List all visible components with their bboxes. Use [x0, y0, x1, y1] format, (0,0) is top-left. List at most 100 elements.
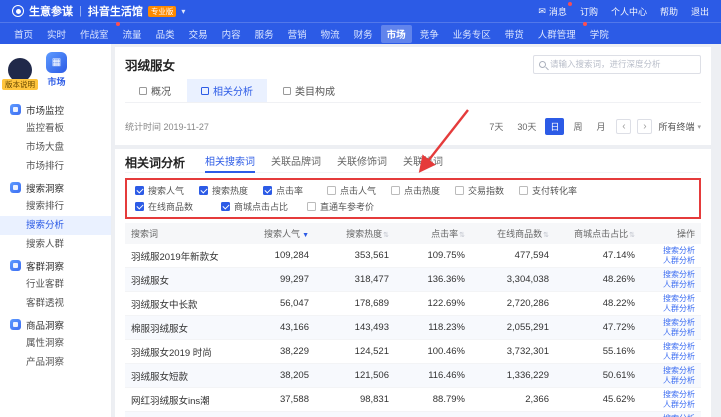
- checkbox-checked-icon[interactable]: [135, 186, 144, 195]
- nav-item-content[interactable]: 内容: [216, 25, 247, 43]
- topbar-item-help[interactable]: 帮助: [660, 5, 678, 18]
- checkbox-checked-icon[interactable]: [135, 202, 144, 211]
- topbar-item-personal-center[interactable]: 个人中心: [611, 5, 647, 18]
- nav-item-finance[interactable]: 财务: [348, 25, 379, 43]
- column-header-click-rate[interactable]: 点击率⇅: [395, 223, 471, 244]
- topbar-item-messages[interactable]: ✉消息: [538, 5, 567, 18]
- action-link-search-analysis[interactable]: 搜索分析: [647, 246, 695, 256]
- checkbox-checked-icon[interactable]: [221, 202, 230, 211]
- nav-item-academy[interactable]: 学院: [584, 25, 615, 43]
- subtab-related-search-words[interactable]: 相关搜索词: [205, 153, 255, 173]
- range-button-month[interactable]: 月: [591, 118, 610, 135]
- sidebar-item-customer-perspective[interactable]: 客群透视: [0, 294, 111, 313]
- nav-item-logistics[interactable]: 物流: [315, 25, 346, 43]
- nav-item-marketing[interactable]: 营销: [282, 25, 313, 43]
- topbar-item-logout[interactable]: 退出: [691, 5, 709, 18]
- filter-label: 商城点击占比: [234, 200, 288, 213]
- nav-item-traffic[interactable]: 流量: [117, 25, 148, 43]
- sidebar-item-search-audience[interactable]: 搜索人群: [0, 235, 111, 254]
- subtab-related-modifier-words[interactable]: 关联修饰词: [337, 153, 387, 173]
- chevron-down-icon[interactable]: ▾: [181, 7, 185, 16]
- nav-item-service[interactable]: 服务: [249, 25, 280, 43]
- next-date-button[interactable]: ›: [637, 119, 652, 134]
- stat-time[interactable]: 统计时间 2019-11-27: [125, 120, 209, 133]
- filter-click-heat[interactable]: 点击热度: [391, 184, 455, 197]
- action-link-audience-analysis[interactable]: 人群分析: [647, 400, 695, 410]
- brand[interactable]: 生意参谋 | 抖音生活馆 专业版 ▾: [12, 3, 185, 19]
- checkbox-unchecked-icon[interactable]: [455, 186, 464, 195]
- action-link-audience-analysis[interactable]: 人群分析: [647, 376, 695, 386]
- filter-click-rate[interactable]: 点击率: [263, 184, 327, 197]
- action-link-audience-analysis[interactable]: 人群分析: [647, 304, 695, 314]
- tab-overview[interactable]: 概况: [125, 79, 185, 102]
- table-row: 棉服羽绒服女43,166143,493118.23%2,055,29147.72…: [125, 316, 701, 340]
- checkbox-unchecked-icon[interactable]: [307, 202, 316, 211]
- topbar-menu: ✉消息订购个人中心帮助退出: [538, 5, 709, 18]
- subtab-related-hot-words[interactable]: 关联热词: [403, 153, 443, 173]
- nav-item-competition[interactable]: 竞争: [414, 25, 445, 43]
- action-link-audience-analysis[interactable]: 人群分析: [647, 280, 695, 290]
- filter-click-popularity[interactable]: 点击人气: [327, 184, 391, 197]
- sidebar-item-market-ranking[interactable]: 市场排行: [0, 157, 111, 176]
- action-link-audience-analysis[interactable]: 人群分析: [647, 328, 695, 338]
- filter-through-train-ref-price[interactable]: 直通车参考价: [307, 200, 393, 213]
- sidebar-item-industry-customer[interactable]: 行业客群: [0, 275, 111, 294]
- tab-category-composition[interactable]: 类目构成: [269, 79, 349, 102]
- tab-related-analysis[interactable]: 相关分析: [187, 79, 267, 102]
- nav-item-audience-management[interactable]: 人群管理: [532, 25, 582, 43]
- range-button-week[interactable]: 周: [568, 118, 587, 135]
- nav-item-category[interactable]: 品类: [150, 25, 181, 43]
- sidebar-item-search-ranking[interactable]: 搜索排行: [0, 197, 111, 216]
- module-market[interactable]: ▦ 市场: [46, 52, 67, 88]
- checkbox-checked-icon[interactable]: [199, 186, 208, 195]
- column-header-search-heat[interactable]: 搜索热度⇅: [315, 223, 395, 244]
- topbar-item-label: 退出: [691, 5, 709, 18]
- filter-online-items[interactable]: 在线商品数: [135, 200, 221, 213]
- prev-date-button[interactable]: ‹: [616, 119, 631, 134]
- subtab-related-brand-words[interactable]: 关联品牌词: [271, 153, 321, 173]
- nav-item-business-zone[interactable]: 业务专区: [447, 25, 497, 43]
- column-header-mall-click-share[interactable]: 商城点击占比⇅: [555, 223, 641, 244]
- cell-click-rate: 100.46%: [395, 340, 471, 364]
- column-header-actions[interactable]: 操作: [641, 223, 701, 244]
- filter-mall-click-share[interactable]: 商城点击占比: [221, 200, 307, 213]
- action-link-audience-analysis[interactable]: 人群分析: [647, 256, 695, 266]
- search-input[interactable]: [550, 59, 695, 69]
- checkbox-unchecked-icon[interactable]: [327, 186, 336, 195]
- action-link-audience-analysis[interactable]: 人群分析: [647, 352, 695, 362]
- column-header-online-items[interactable]: 在线商品数⇅: [471, 223, 555, 244]
- action-link-search-analysis[interactable]: 搜索分析: [647, 390, 695, 400]
- nav-item-live-commerce[interactable]: 带货: [499, 25, 530, 43]
- sidebar-item-monitor-board[interactable]: 监控看板: [0, 119, 111, 138]
- column-header-keyword[interactable]: 搜索词: [125, 223, 243, 244]
- action-link-search-analysis[interactable]: 搜索分析: [647, 318, 695, 328]
- nav-item-market[interactable]: 市场: [381, 25, 412, 43]
- range-button-30d[interactable]: 30天: [512, 118, 541, 135]
- range-button-day[interactable]: 日: [545, 118, 564, 135]
- checkbox-unchecked-icon[interactable]: [519, 186, 528, 195]
- action-link-search-analysis[interactable]: 搜索分析: [647, 270, 695, 280]
- nav-item-realtime[interactable]: 实时: [41, 25, 72, 43]
- app-name: 生意参谋: [29, 3, 73, 19]
- version-badge[interactable]: 版本说明: [2, 79, 38, 90]
- nav-item-home[interactable]: 首页: [8, 25, 39, 43]
- topbar-item-orders[interactable]: 订购: [580, 5, 598, 18]
- action-link-search-analysis[interactable]: 搜索分析: [647, 342, 695, 352]
- nav-item-trade[interactable]: 交易: [183, 25, 214, 43]
- filter-search-popularity[interactable]: 搜索人气: [135, 184, 199, 197]
- range-button-7d[interactable]: 7天: [484, 118, 508, 135]
- action-link-search-analysis[interactable]: 搜索分析: [647, 294, 695, 304]
- filter-pay-conversion[interactable]: 支付转化率: [519, 184, 583, 197]
- column-header-search-popularity[interactable]: 搜索人气▼: [243, 223, 315, 244]
- sidebar-item-search-analysis[interactable]: 搜索分析: [0, 216, 111, 235]
- checkbox-unchecked-icon[interactable]: [391, 186, 400, 195]
- sidebar-item-attribute-insight[interactable]: 属性洞察: [0, 334, 111, 353]
- filter-search-heat[interactable]: 搜索热度: [199, 184, 263, 197]
- nav-item-war-room[interactable]: 作战室: [74, 25, 115, 43]
- sidebar-item-product-insight-item[interactable]: 产品洞察: [0, 353, 111, 372]
- filter-trade-index[interactable]: 交易指数: [455, 184, 519, 197]
- checkbox-checked-icon[interactable]: [263, 186, 272, 195]
- terminal-filter-dropdown[interactable]: 所有终端 ▾: [658, 120, 701, 133]
- action-link-search-analysis[interactable]: 搜索分析: [647, 366, 695, 376]
- sidebar-item-market-overview[interactable]: 市场大盘: [0, 138, 111, 157]
